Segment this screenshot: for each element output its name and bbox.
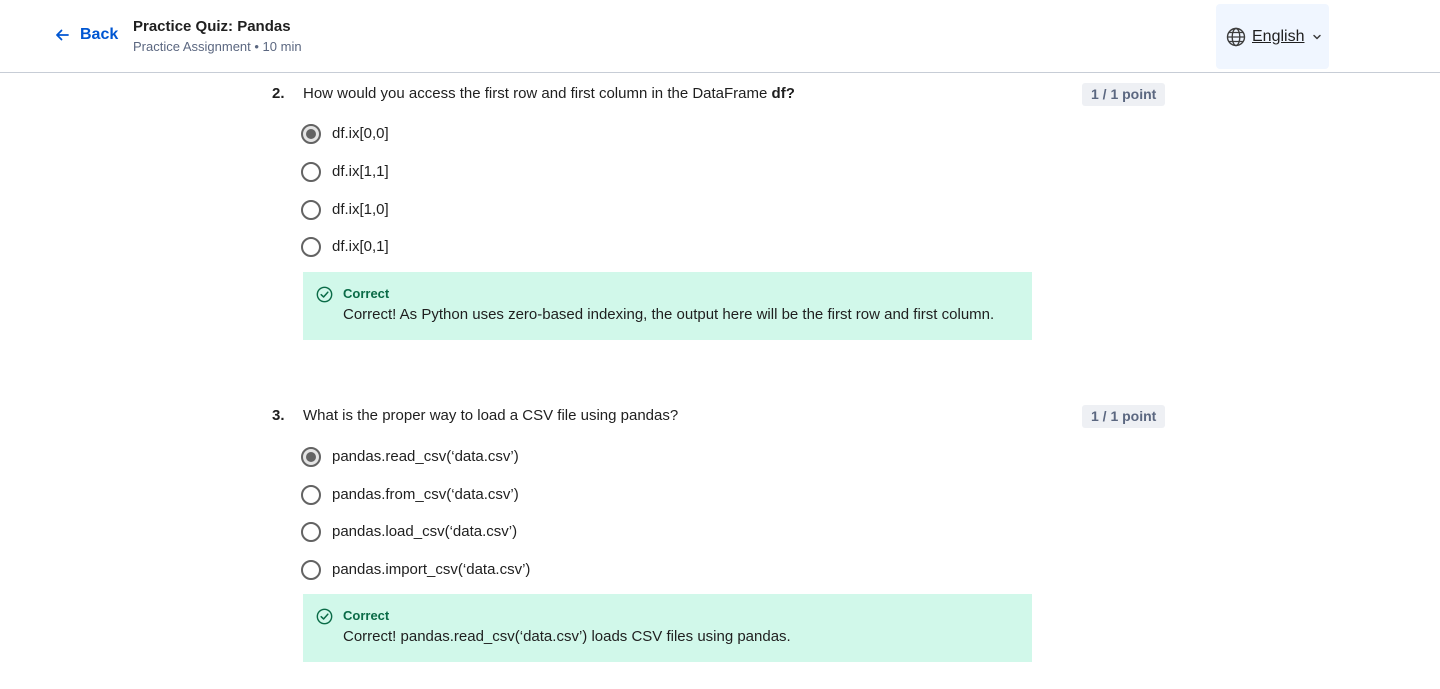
question-text-bold: df? [771,85,795,102]
answer-option[interactable]: df.ix[0,0] [301,124,389,144]
arrow-left-icon [56,29,69,41]
radio-unselected[interactable] [301,522,321,542]
feedback-title: Correct [343,608,390,623]
option-label: pandas.import_csv(‘data.csv’) [332,561,531,578]
page-subtitle: Practice Assignment • 10 min [133,39,302,54]
radio-unselected[interactable] [301,237,321,257]
answer-option[interactable]: pandas.read_csv(‘data.csv’) [301,447,519,467]
back-label: Back [80,26,119,43]
quiz-title-block: Practice Quiz: Pandas Practice Assignmen… [133,17,302,57]
question-number: 2. [272,85,285,102]
feedback-text: Correct! As Python uses zero-based index… [343,306,995,323]
check-circle-icon [316,286,333,303]
check-circle-icon [316,608,333,625]
radio-unselected[interactable] [301,200,321,220]
option-label: df.ix[0,1] [332,238,389,255]
globe-icon [1226,27,1246,46]
option-label: pandas.read_csv(‘data.csv’) [332,448,519,465]
question-text-main: What is the proper way to load a CSV fil… [303,407,679,424]
radio-unselected[interactable] [301,485,321,505]
answer-option[interactable]: df.ix[1,0] [301,200,389,220]
question-text: How would you access the first row and f… [303,84,795,104]
page-header: Back Practice Quiz: Pandas Practice Assi… [0,0,1440,73]
answer-option[interactable]: pandas.import_csv(‘data.csv’) [301,560,530,580]
answer-option[interactable]: df.ix[1,1] [301,162,389,182]
option-label: df.ix[0,0] [332,125,389,142]
option-label: df.ix[1,1] [332,163,389,180]
radio-selected[interactable] [301,124,321,144]
feedback-box: Correct Correct! pandas.read_csv(‘data.c… [303,594,1032,662]
answer-option[interactable]: pandas.from_csv(‘data.csv’) [301,485,519,505]
feedback-text: Correct! pandas.read_csv(‘data.csv’) loa… [343,628,791,645]
radio-unselected[interactable] [301,560,321,580]
language-selector[interactable]: English [1216,4,1329,69]
question-text-main: How would you access the first row and f… [303,85,772,102]
option-label: df.ix[1,0] [332,201,389,218]
answer-option[interactable]: df.ix[0,1] [301,237,389,257]
radio-unselected[interactable] [301,162,321,182]
feedback-box: Correct Correct! As Python uses zero-bas… [303,272,1032,340]
radio-selected[interactable] [301,447,321,467]
back-button[interactable]: Back [54,26,118,44]
points-badge: 1 / 1 point [1082,405,1166,428]
page-title: Practice Quiz: Pandas [133,18,291,35]
language-label: English [1252,27,1305,45]
option-label: pandas.load_csv(‘data.csv’) [332,523,518,540]
option-label: pandas.from_csv(‘data.csv’) [332,486,519,503]
question-text: What is the proper way to load a CSV fil… [303,406,678,426]
points-badge: 1 / 1 point [1082,83,1166,106]
chevron-down-icon [1313,34,1322,39]
feedback-title: Correct [343,286,390,301]
answer-option[interactable]: pandas.load_csv(‘data.csv’) [301,522,517,542]
question-number: 3. [272,407,285,424]
